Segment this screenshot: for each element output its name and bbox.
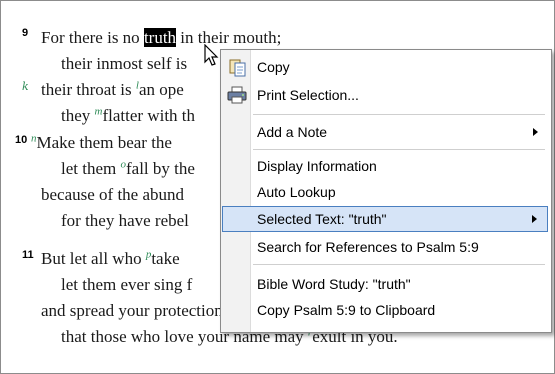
menu-item-label: Print Selection... — [257, 87, 359, 103]
verse-10-line-2: let them ofall by the — [61, 159, 195, 179]
menu-item-display-information[interactable]: Display Information — [222, 154, 548, 178]
verse-number-9: 9 — [22, 27, 29, 39]
menu-item-print-selection[interactable]: Print Selection... — [222, 83, 548, 107]
verse-text: Make them bear the — [36, 133, 172, 152]
menu-separator — [253, 264, 545, 265]
menu-item-label: Add a Note — [257, 124, 328, 140]
verse-text: fall by the — [125, 159, 195, 178]
menu-item-selected-text[interactable]: Selected Text: "truth" — [222, 206, 548, 232]
menu-item-label: Auto Lookup — [257, 184, 336, 200]
verse-text: in their mouth; — [176, 28, 282, 47]
submenu-arrow-icon — [532, 215, 537, 223]
print-icon — [227, 86, 247, 104]
menu-item-label: Selected Text: "truth" — [257, 211, 387, 227]
menu-item-label: Bible Word Study: "truth" — [257, 276, 411, 292]
selected-word[interactable]: truth — [143, 28, 177, 47]
menu-item-search-references[interactable]: Search for References to Psalm 5:9 — [222, 235, 548, 259]
menu-item-label: Copy Psalm 5:9 to Clipboard — [257, 302, 436, 318]
verse-10-line-3: because of the abund — [41, 185, 185, 204]
verse-10-line-4: for they have rebel — [61, 211, 189, 230]
verse-10-line-1: nMake them bear the — [31, 133, 172, 153]
verse-9-line-3: their throat is lan ope — [41, 80, 184, 100]
mouse-cursor-icon — [204, 44, 219, 66]
verse-text: For there is no — [41, 28, 144, 47]
verse-9-line-4: they mflatter with th — [61, 106, 195, 126]
menu-item-auto-lookup[interactable]: Auto Lookup — [222, 180, 548, 204]
menu-item-copy-psalm[interactable]: Copy Psalm 5:9 to Clipboard — [222, 298, 548, 322]
verse-text: let them — [61, 159, 121, 178]
verse-text: an ope — [138, 80, 184, 99]
verse-text: flatter with th — [102, 106, 196, 125]
menu-item-label: Display Information — [257, 158, 377, 174]
menu-item-copy[interactable]: Copy — [222, 55, 548, 79]
verse-11-line-1: But let all who ptake — [41, 249, 180, 269]
menu-separator — [253, 114, 545, 115]
verse-text: take — [151, 249, 180, 268]
menu-item-label: Copy — [257, 59, 290, 75]
verse-11-line-2: let them ever sing f — [61, 275, 193, 294]
menu-separator — [253, 149, 545, 150]
verse-text: they — [61, 106, 95, 125]
menu-item-label: Search for References to Psalm 5:9 — [257, 239, 479, 255]
copy-icon — [229, 59, 246, 77]
menu-item-add-note[interactable]: Add a Note — [222, 120, 548, 144]
verse-9-line-1: For there is no truth in their mouth; — [41, 28, 281, 48]
verse-9-line-2: their inmost self is — [61, 54, 188, 73]
context-menu: Copy Print Selection... Add a Note Displ… — [220, 49, 552, 333]
menu-item-bible-word-study[interactable]: Bible Word Study: "truth" — [222, 272, 548, 296]
verse-number-11: 11 — [22, 249, 34, 261]
verse-text: But let all who — [41, 249, 146, 268]
verse-text: their throat is — [41, 80, 136, 99]
submenu-arrow-icon — [533, 128, 538, 136]
verse-number-10: 10 — [15, 134, 28, 146]
